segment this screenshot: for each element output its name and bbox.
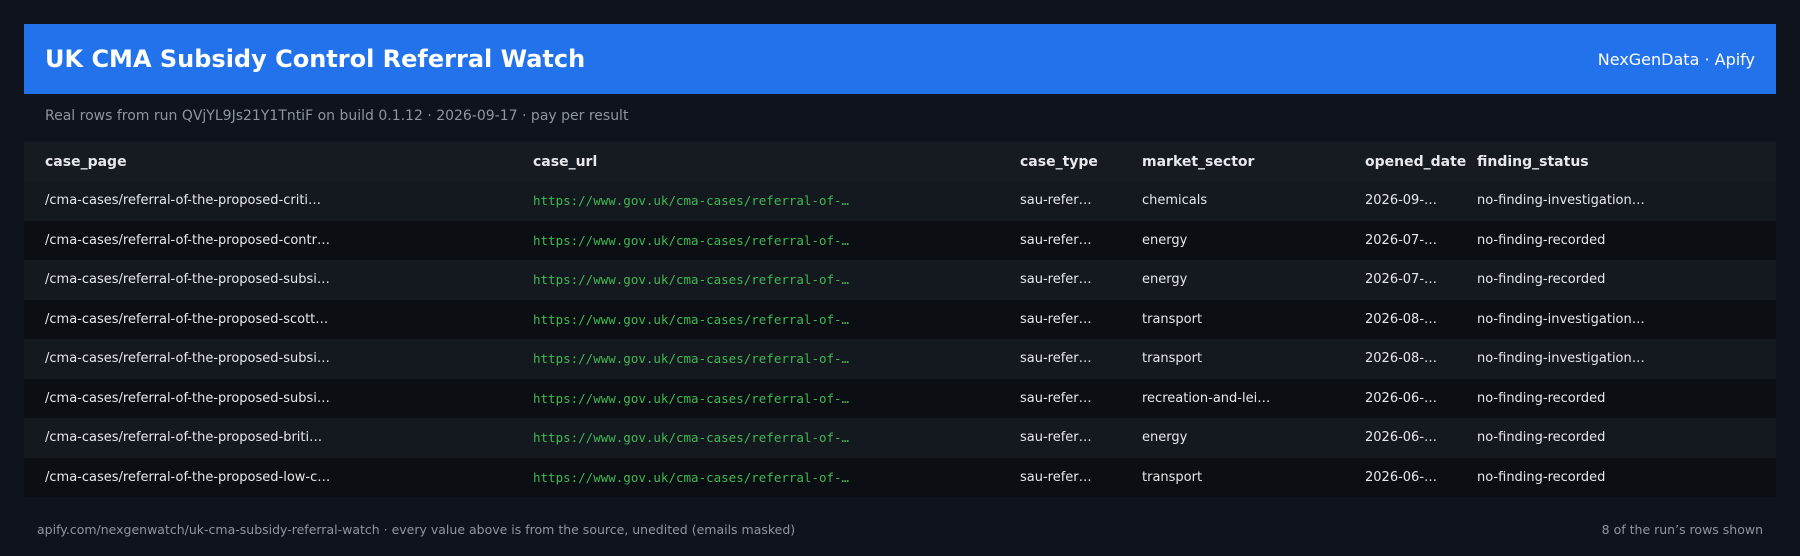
footer-source-note: apify.com/nexgenwatch/uk-cma-subsidy-ref… [37,522,796,537]
column-header-case-type: case_type [1020,153,1098,170]
column-header-case-url: case_url [533,153,598,170]
cell-case-page: /cma-cases/referral-of-the-proposed-cont… [45,232,330,248]
cell-case-type: sau-refer… [1020,390,1092,406]
cell-case-url[interactable]: https://www.gov.uk/cma-cases/referral-of… [533,300,1013,340]
cell-market-sector: recreation-and-lei… [1142,390,1271,406]
cell-case-page: /cma-cases/referral-of-the-proposed-low-… [45,469,331,485]
cell-market-sector: energy [1142,430,1188,446]
cell-case-type: sau-refer… [1020,351,1092,367]
cell-case-type: sau-refer… [1020,232,1092,248]
cell-opened-date: 2026-09-… [1365,193,1438,209]
cell-case-type: sau-refer… [1020,272,1092,288]
cell-case-url[interactable]: https://www.gov.uk/cma-cases/referral-of… [533,418,1013,458]
table-row: /cma-cases/referral-of-the-proposed-cont… [24,220,1776,261]
cell-market-sector: chemicals [1142,193,1208,209]
cell-finding-status: no-finding-recorded [1477,430,1606,446]
cell-finding-status: no-finding-investigation… [1477,311,1645,327]
column-header-market-sector: market_sector [1142,153,1255,170]
table-row: /cma-cases/referral-of-the-proposed-subs… [24,378,1776,419]
cell-case-url[interactable]: https://www.gov.uk/cma-cases/referral-of… [533,260,1013,300]
cell-finding-status: no-finding-recorded [1477,272,1606,288]
cell-market-sector: transport [1142,351,1203,367]
column-header-finding-status: finding_status [1477,153,1589,170]
cell-case-type: sau-refer… [1020,311,1092,327]
brand-label: NexGenData · Apify [1597,49,1755,69]
cell-market-sector: energy [1142,232,1188,248]
cell-case-type: sau-refer… [1020,430,1092,446]
cell-case-page: /cma-cases/referral-of-the-proposed-subs… [45,272,330,288]
table-row: /cma-cases/referral-of-the-proposed-brit… [24,418,1776,458]
table-row: /cma-cases/referral-of-the-proposed-scot… [24,299,1776,340]
cell-case-url[interactable]: https://www.gov.uk/cma-cases/referral-of… [533,181,1013,221]
cell-opened-date: 2026-06-… [1365,430,1438,446]
cell-case-type: sau-refer… [1020,193,1092,209]
cell-market-sector: energy [1142,272,1188,288]
page-title: UK CMA Subsidy Control Referral Watch [45,45,586,73]
cell-case-url[interactable]: https://www.gov.uk/cma-cases/referral-of… [533,458,1013,498]
cell-opened-date: 2026-07-… [1365,232,1438,248]
cell-case-page: /cma-cases/referral-of-the-proposed-scot… [45,311,329,327]
page: UK CMA Subsidy Control Referral Watch Ne… [0,0,1800,556]
cell-market-sector: transport [1142,469,1203,485]
cell-finding-status: no-finding-recorded [1477,232,1606,248]
run-info-subtitle: Real rows from run QVjYL9Js21Y1TntiF on … [45,108,629,124]
cell-finding-status: no-finding-recorded [1477,390,1606,406]
cell-market-sector: transport [1142,311,1203,327]
cell-case-url[interactable]: https://www.gov.uk/cma-cases/referral-of… [533,379,1013,419]
cell-opened-date: 2026-08-… [1365,311,1438,327]
cell-case-page: /cma-cases/referral-of-the-proposed-subs… [45,390,330,406]
results-table: case_page case_url case_type market_sect… [24,142,1776,497]
cell-finding-status: no-finding-investigation… [1477,351,1645,367]
cell-opened-date: 2026-07-… [1365,272,1438,288]
cell-opened-date: 2026-06-… [1365,390,1438,406]
table-row: /cma-cases/referral-of-the-proposed-low-… [24,457,1776,498]
cell-case-page: /cma-cases/referral-of-the-proposed-subs… [45,351,330,367]
cell-finding-status: no-finding-recorded [1477,469,1606,485]
table-row: /cma-cases/referral-of-the-proposed-subs… [24,260,1776,300]
column-header-case-page: case_page [45,153,127,170]
footer-row-count: 8 of the run’s rows shown [1601,522,1763,537]
cell-case-url[interactable]: https://www.gov.uk/cma-cases/referral-of… [533,339,1013,379]
table-row: /cma-cases/referral-of-the-proposed-crit… [24,181,1776,221]
cell-case-page: /cma-cases/referral-of-the-proposed-brit… [45,430,323,446]
cell-case-url[interactable]: https://www.gov.uk/cma-cases/referral-of… [533,221,1013,261]
cell-case-type: sau-refer… [1020,469,1092,485]
column-header-opened-date: opened_date [1365,153,1467,170]
cell-case-page: /cma-cases/referral-of-the-proposed-crit… [45,193,322,209]
table-header-row: case_page case_url case_type market_sect… [24,142,1776,181]
cell-finding-status: no-finding-investigation… [1477,193,1645,209]
cell-opened-date: 2026-06-… [1365,469,1438,485]
header-bar: UK CMA Subsidy Control Referral Watch Ne… [24,24,1776,94]
cell-opened-date: 2026-08-… [1365,351,1438,367]
table-row: /cma-cases/referral-of-the-proposed-subs… [24,339,1776,379]
